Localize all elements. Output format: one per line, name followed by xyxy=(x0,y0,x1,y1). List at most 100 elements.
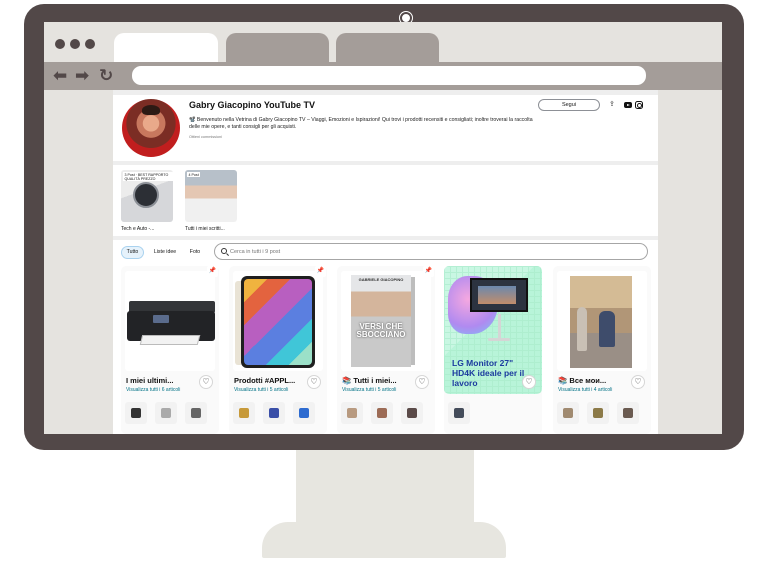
reload-icon[interactable]: ↻ xyxy=(99,65,113,87)
heart-icon[interactable]: ♡ xyxy=(631,375,645,389)
book-title: VERSI CHE SBOCCIANO xyxy=(356,322,406,339)
post-image-book: GABRIELE GIACOPINO VERSI CHE SBOCCIANO xyxy=(341,271,431,371)
heart-icon[interactable]: ♡ xyxy=(415,375,429,389)
collection-tech-auto[interactable]: 3 Post · BEST RAPPORTO QUALITÀ PREZZO Te… xyxy=(121,170,173,232)
filter-idea-lists[interactable]: Liste idee xyxy=(150,246,180,259)
printer-paper xyxy=(139,335,201,345)
collection-writings[interactable]: 4 Post Tutti i miei scritti... xyxy=(185,170,237,232)
photo-person xyxy=(599,311,615,347)
address-bar[interactable] xyxy=(132,66,646,85)
mini-thumbnail[interactable] xyxy=(341,402,363,424)
search-box[interactable] xyxy=(214,243,648,260)
commission-note: Ottieni commissioni xyxy=(189,135,222,139)
post-title: Prodotti #APPL... xyxy=(234,376,296,385)
heart-icon[interactable]: ♡ xyxy=(307,375,321,389)
filter-all[interactable]: Tutto xyxy=(121,246,144,259)
smartwatch-image xyxy=(133,182,159,208)
back-arrow-icon[interactable]: ⬅ xyxy=(53,65,67,87)
avatar[interactable] xyxy=(122,99,180,157)
monitor-stand-base xyxy=(262,522,506,558)
filter-photo[interactable]: Foto xyxy=(185,246,205,259)
browser-tab-3[interactable] xyxy=(336,33,439,62)
post-image-photo xyxy=(557,271,647,371)
post-title: 📚 Tutti i miei... xyxy=(342,376,397,385)
storefront-page: Gabry Giacopino YouTube TV 📽️ Benvenuto … xyxy=(113,90,658,434)
share-icon[interactable]: ⇪ xyxy=(609,100,615,108)
post-card[interactable]: 📌 Prodotti #APPL... Visualizza tutti i 5… xyxy=(229,266,327,434)
pin-icon[interactable]: 📌 xyxy=(207,266,218,277)
post-card[interactable]: GABRIELE GIACOPINO VERSI CHE SBOCCIANO 📌… xyxy=(337,266,435,434)
instagram-icon[interactable] xyxy=(635,101,643,109)
mini-thumbnail[interactable] xyxy=(233,402,255,424)
heart-icon[interactable]: ♡ xyxy=(522,375,536,389)
photo-figure xyxy=(577,307,587,351)
collections-section: 3 Post · BEST RAPPORTO QUALITÀ PREZZO Te… xyxy=(113,165,658,236)
book-cover xyxy=(351,275,411,367)
forward-arrow-icon[interactable]: ➡ xyxy=(75,65,89,87)
monitor-foot xyxy=(488,338,510,341)
book-spine xyxy=(411,277,415,365)
mini-thumbnail[interactable] xyxy=(293,402,315,424)
posts-section: Tutto Liste idee Foto 📌 I miei xyxy=(113,240,658,434)
post-view-all-link[interactable]: Visualizza tutti i 5 articoli xyxy=(342,387,396,393)
post-thumbnails xyxy=(125,402,207,424)
post-thumbnails xyxy=(557,402,639,424)
collection-thumbnail: 4 Post xyxy=(185,170,237,222)
post-card[interactable]: 📌 I miei ultimi... Visualizza tutti i 6 … xyxy=(121,266,219,434)
mini-thumbnail[interactable] xyxy=(587,402,609,424)
profile-name: Gabry Giacopino YouTube TV xyxy=(189,100,316,110)
monitor-stand xyxy=(498,314,501,338)
collection-thumbnail: 3 Post · BEST RAPPORTO QUALITÀ PREZZO xyxy=(121,170,173,222)
post-thumbnails xyxy=(448,402,470,424)
post-image-printer xyxy=(125,271,215,371)
pin-icon[interactable]: 📌 xyxy=(315,266,326,277)
mini-thumbnail[interactable] xyxy=(263,402,285,424)
monitor-product-image xyxy=(470,278,528,312)
collection-badge: 3 Post · BEST RAPPORTO QUALITÀ PREZZO xyxy=(123,172,173,181)
search-input[interactable] xyxy=(230,247,630,257)
mini-thumbnail[interactable] xyxy=(617,402,639,424)
heart-icon[interactable]: ♡ xyxy=(199,375,213,389)
avatar-hair xyxy=(142,105,160,115)
post-view-all-link[interactable]: Visualizza tutti i 4 articoli xyxy=(558,387,612,393)
ipad-screen xyxy=(244,279,312,365)
profile-description: 📽️ Benvenuto nella Vetrina di Gabry Giac… xyxy=(189,117,533,130)
printer-panel xyxy=(153,315,169,323)
post-title: I miei ultimi... xyxy=(126,376,174,385)
collection-label: Tutti i miei scritti... xyxy=(185,226,225,232)
window-minimize-dot[interactable] xyxy=(70,39,80,49)
post-view-all-link[interactable]: Visualizza tutti i 6 articoli xyxy=(126,387,180,393)
window-close-dot[interactable] xyxy=(55,39,65,49)
mini-thumbnail[interactable] xyxy=(185,402,207,424)
post-view-all-link[interactable]: Visualizza tutti i 5 articoli xyxy=(234,387,288,393)
post-card-ad[interactable]: LG Monitor 27" HD4K ideale per il lavoro… xyxy=(444,266,542,434)
monitor-stand-neck xyxy=(296,450,474,528)
post-title: 📚 Все мои... xyxy=(558,376,607,385)
mini-thumbnail[interactable] xyxy=(557,402,579,424)
post-image-ipad xyxy=(233,271,323,371)
mini-thumbnail[interactable] xyxy=(155,402,177,424)
follow-button[interactable]: Segui xyxy=(538,99,600,111)
browser-viewport: Gabry Giacopino YouTube TV 📽️ Benvenuto … xyxy=(44,90,722,434)
post-card[interactable]: 📚 Все мои... Visualizza tutti i 4 artico… xyxy=(553,266,651,434)
tab-strip xyxy=(44,22,722,62)
mini-thumbnail[interactable] xyxy=(125,402,147,424)
browser-tab-2[interactable] xyxy=(226,33,329,62)
browser-toolbar: ⬅ ➡ ↻ xyxy=(44,62,722,90)
profile-header: Gabry Giacopino YouTube TV 📽️ Benvenuto … xyxy=(113,95,658,161)
window-controls xyxy=(55,39,95,49)
mini-thumbnail[interactable] xyxy=(448,402,470,424)
browser-tab-active[interactable] xyxy=(114,33,218,62)
window-maximize-dot[interactable] xyxy=(85,39,95,49)
browser-window: ⬅ ➡ ↻ Gabry Giacopino YouTube TV 📽️ Benv… xyxy=(44,22,722,434)
post-thumbnails xyxy=(341,402,423,424)
collection-badge: 4 Post xyxy=(187,172,201,177)
mini-thumbnail[interactable] xyxy=(401,402,423,424)
youtube-icon[interactable] xyxy=(624,102,632,108)
mini-thumbnail[interactable] xyxy=(371,402,393,424)
book-author: GABRIELE GIACOPINO xyxy=(358,277,404,282)
search-icon xyxy=(221,248,227,254)
pin-icon[interactable]: 📌 xyxy=(423,266,434,277)
post-thumbnails xyxy=(233,402,315,424)
collection-label: Tech e Auto -... xyxy=(121,226,155,232)
